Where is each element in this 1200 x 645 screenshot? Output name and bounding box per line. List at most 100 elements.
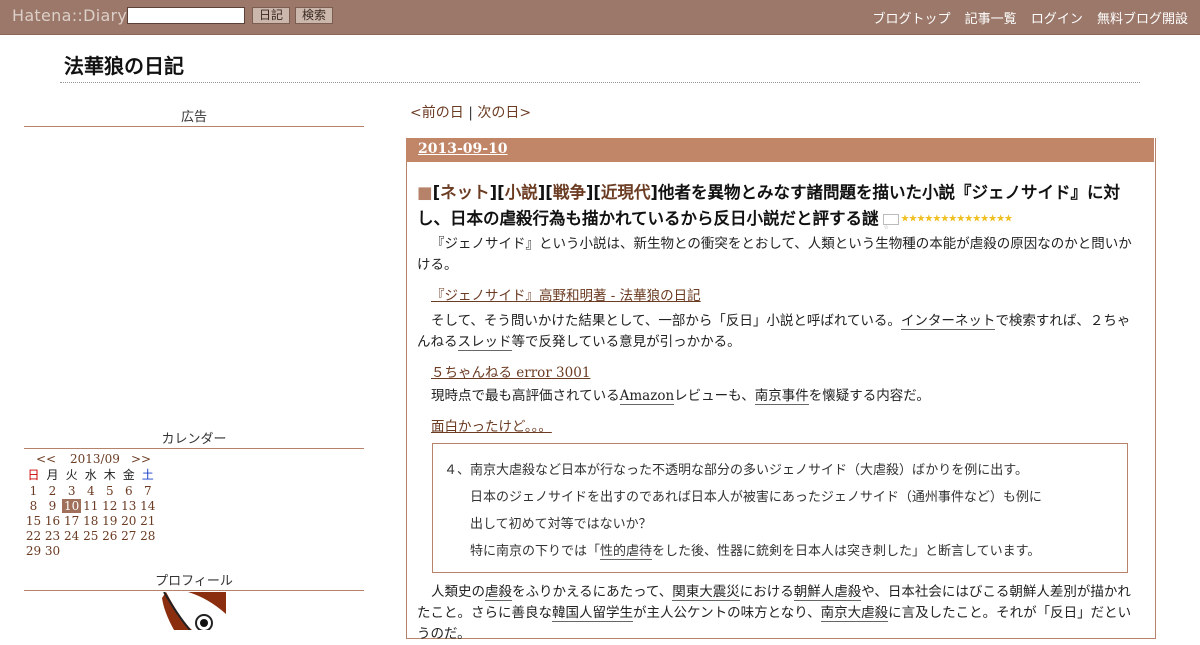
calendar-day[interactable]: 25	[81, 528, 100, 543]
calendar-day[interactable]: 11	[81, 498, 100, 513]
calendar-day[interactable]: 30	[43, 543, 62, 558]
related-link[interactable]: 『ジェノサイド』高野和明著 - 法華狼の日記	[431, 284, 701, 304]
calendar-day[interactable]: 1	[24, 483, 43, 498]
search-button[interactable]: 検索	[295, 7, 333, 24]
calendar-day-link[interactable]: 14	[140, 499, 155, 513]
keyword-link[interactable]: スレッド	[457, 334, 512, 351]
keyword-link[interactable]: Amazon	[619, 388, 675, 405]
next-day-link[interactable]: 次の日>	[477, 105, 531, 121]
calendar-next-link[interactable]: >>	[131, 452, 151, 466]
blog-top-link[interactable]: ブログトップ	[873, 12, 951, 27]
prev-day-link[interactable]: <前の日	[410, 105, 464, 121]
free-blog-link[interactable]: 無料ブログ開設	[1097, 12, 1188, 27]
keyword-link[interactable]: 留学生	[592, 605, 633, 622]
search-input[interactable]	[127, 7, 245, 24]
calendar-day-link[interactable]: 6	[125, 484, 133, 498]
calendar-week: 1234567	[24, 483, 157, 498]
calendar-day[interactable]: 29	[24, 543, 43, 558]
calendar-day[interactable]: 15	[24, 513, 43, 528]
calendar-day-link[interactable]: 24	[64, 529, 79, 543]
calendar-day-link[interactable]: 21	[140, 514, 155, 528]
external-link[interactable]: ５ちゃんねる error 3001	[431, 361, 590, 381]
calendar-day-link[interactable]: 13	[121, 499, 136, 513]
calendar-day[interactable]: 5	[100, 483, 119, 498]
calendar-day-link[interactable]: 18	[83, 514, 98, 528]
calendar-day-link[interactable]: 26	[102, 529, 117, 543]
hatena-diary-logo[interactable]: Hatena::Diary	[12, 6, 127, 25]
calendar-day[interactable]: 4	[81, 483, 100, 498]
calendar-day-link[interactable]: 16	[45, 514, 60, 528]
calendar-day[interactable]: 18	[81, 513, 100, 528]
entry-paragraph: そして、そう問いかけた結果として、一部から「反日」小説と呼ばれている。インターネ…	[417, 311, 1133, 353]
calendar-day[interactable]: 16	[43, 513, 62, 528]
calendar-day-link[interactable]: 8	[30, 499, 38, 513]
calendar-month-link[interactable]: 2013/09	[70, 452, 120, 466]
calendar-day-link[interactable]: 9	[49, 499, 57, 513]
calendar-day-link[interactable]: 11	[83, 499, 98, 513]
category-link[interactable]: 近現代	[601, 183, 651, 202]
star-rating[interactable]: ★★★★★★★★★★★★★★	[901, 214, 1014, 225]
calendar-day-link[interactable]: 10	[62, 498, 82, 513]
calendar-day-link[interactable]: 3	[68, 484, 76, 498]
keyword-link[interactable]: 虐殺	[485, 584, 512, 601]
calendar-day[interactable]: 20	[119, 513, 138, 528]
calendar-day-link[interactable]: 29	[26, 544, 41, 558]
calendar-day[interactable]: 14	[138, 498, 157, 513]
keyword-link[interactable]: 南京大虐殺	[820, 605, 889, 622]
calendar-day-link[interactable]: 20	[121, 514, 136, 528]
calendar-day[interactable]: 12	[100, 498, 119, 513]
keyword-link[interactable]: 韓国人	[552, 605, 593, 622]
calendar-day[interactable]: 6	[119, 483, 138, 498]
calendar-day-link[interactable]: 22	[26, 529, 41, 543]
keyword-link[interactable]: 南京事件	[754, 388, 809, 405]
calendar-day[interactable]: 21	[138, 513, 157, 528]
calendar-day-link[interactable]: 7	[144, 484, 152, 498]
calendar-day[interactable]: 26	[100, 528, 119, 543]
add-star-icon[interactable]: ☆	[882, 214, 899, 231]
calendar-day[interactable]: 9	[43, 498, 62, 513]
calendar-day-link[interactable]: 2	[49, 484, 57, 498]
calendar-day-link[interactable]: 15	[26, 514, 41, 528]
calendar-day[interactable]: 28	[138, 528, 157, 543]
calendar-day[interactable]: 23	[43, 528, 62, 543]
calendar-day[interactable]: 10	[62, 498, 82, 513]
calendar-day-link[interactable]: 19	[102, 514, 117, 528]
site-title[interactable]: 法華狼の日記	[64, 50, 184, 79]
calendar-prev-link[interactable]: <<	[36, 452, 56, 466]
quote-line: ４、南京大虐殺など日本が行なった不透明な部分の多いジェノサイド（大虐殺）ばかりを…	[444, 463, 1028, 478]
calendar-day-link[interactable]: 4	[87, 484, 95, 498]
calendar-day[interactable]: 27	[119, 528, 138, 543]
calendar-day-link[interactable]: 28	[140, 529, 155, 543]
keyword-link[interactable]: インターネット	[900, 313, 996, 330]
calendar-day[interactable]: 3	[62, 483, 81, 498]
calendar-day[interactable]: 13	[119, 498, 138, 513]
review-link[interactable]: 面白かったけど。。。	[431, 415, 552, 435]
calendar-day-link[interactable]: 17	[64, 514, 79, 528]
keyword-link[interactable]: 朝鮮人虐殺	[793, 584, 862, 601]
entry-date-link[interactable]: 2013-09-10	[418, 141, 508, 157]
calendar-day[interactable]: 17	[62, 513, 81, 528]
calendar-day[interactable]: 2	[43, 483, 62, 498]
calendar-day-link[interactable]: 1	[30, 484, 38, 498]
calendar-day[interactable]: 7	[138, 483, 157, 498]
category-link[interactable]: 戦争	[553, 183, 586, 202]
text-span: レビューも、	[674, 388, 755, 404]
category-link[interactable]: ネット	[440, 183, 490, 202]
calendar-day-link[interactable]: 25	[83, 529, 98, 543]
calendar-day[interactable]: 8	[24, 498, 43, 513]
calendar-day[interactable]: 22	[24, 528, 43, 543]
profile-avatar[interactable]	[162, 592, 226, 630]
article-list-link[interactable]: 記事一覧	[965, 12, 1017, 27]
calendar-day[interactable]: 24	[62, 528, 81, 543]
login-link[interactable]: ログイン	[1031, 12, 1083, 27]
calendar-day-link[interactable]: 5	[106, 484, 114, 498]
category-link[interactable]: 小説	[505, 183, 538, 202]
calendar-day[interactable]: 19	[100, 513, 119, 528]
keyword-link[interactable]: 性的虐待	[600, 544, 653, 560]
calendar-day-link[interactable]: 30	[45, 544, 60, 558]
calendar-day-link[interactable]: 23	[45, 529, 60, 543]
diary-button[interactable]: 日記	[252, 7, 290, 24]
calendar-day-link[interactable]: 12	[102, 499, 117, 513]
keyword-link[interactable]: 関東大震災	[672, 584, 740, 601]
calendar-day-link[interactable]: 27	[121, 529, 136, 543]
